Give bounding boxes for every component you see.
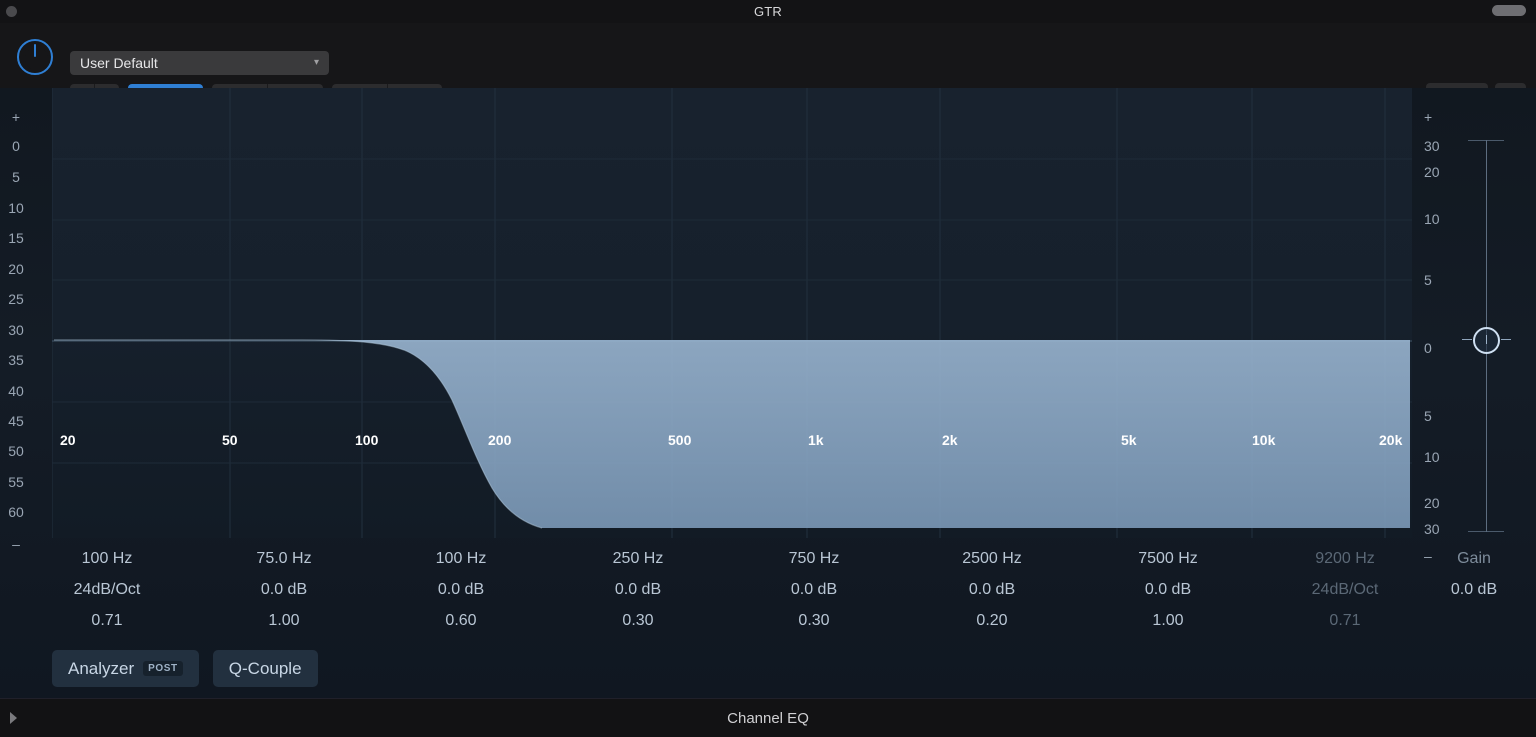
band-2-params[interactable]: 75.0 Hz 0.0 dB 1.00 bbox=[196, 543, 372, 636]
band-4-gain[interactable]: 0.0 dB bbox=[550, 574, 726, 605]
band-8-q[interactable]: 0.71 bbox=[1257, 605, 1433, 636]
freq-tick-label: 10k bbox=[1252, 432, 1276, 448]
disclosure-triangle-icon[interactable] bbox=[10, 712, 17, 724]
plugin-header: User Default ▾ ‹ › Compare Copy Paste Un… bbox=[0, 23, 1536, 105]
eq-curve-graph[interactable] bbox=[52, 88, 1412, 538]
scale-left-tick: + bbox=[11, 109, 21, 125]
band-8-params[interactable]: 9200 Hz 24dB/Oct 0.71 bbox=[1257, 543, 1433, 636]
window-toolbar-pill[interactable] bbox=[1492, 5, 1526, 16]
chevron-down-icon: ▾ bbox=[313, 57, 319, 68]
freq-tick-label: 2k bbox=[942, 432, 958, 448]
preset-name: User Default bbox=[80, 55, 158, 71]
band-5-params[interactable]: 750 Hz 0.0 dB 0.30 bbox=[726, 543, 902, 636]
freq-tick-label: 20 bbox=[60, 432, 76, 448]
q-couple-label: Q-Couple bbox=[228, 658, 302, 678]
scale-left-tick: 40 bbox=[8, 383, 24, 399]
freq-tick-label: 50 bbox=[222, 432, 238, 448]
band-8-frequency[interactable]: 9200 Hz bbox=[1257, 543, 1433, 574]
plugin-statusbar: Channel EQ bbox=[0, 698, 1536, 737]
window-status-dot bbox=[6, 6, 17, 17]
window-title: GTR bbox=[753, 4, 783, 19]
band-5-frequency[interactable]: 750 Hz bbox=[726, 543, 902, 574]
scale-left-tick: 30 bbox=[8, 322, 24, 338]
scale-left-tick: 15 bbox=[8, 230, 24, 246]
band-3-params[interactable]: 100 Hz 0.0 dB 0.60 bbox=[373, 543, 549, 636]
gain-knob-arm-right bbox=[1501, 339, 1511, 340]
scale-left-tick: 50 bbox=[8, 443, 24, 459]
band-3-frequency[interactable]: 100 Hz bbox=[373, 543, 549, 574]
band-5-gain[interactable]: 0.0 dB bbox=[726, 574, 902, 605]
preset-select[interactable]: User Default ▾ bbox=[70, 51, 329, 75]
band-7-params[interactable]: 7500 Hz 0.0 dB 1.00 bbox=[1080, 543, 1256, 636]
band-8-gain[interactable]: 24dB/Oct bbox=[1257, 574, 1433, 605]
master-gain-params: Gain 0.0 dB bbox=[1412, 543, 1536, 605]
band-4-q[interactable]: 0.30 bbox=[550, 605, 726, 636]
db-scale-left: + 0 5 10 15 20 25 30 35 40 45 50 55 60 – bbox=[0, 88, 52, 552]
freq-tick-label: 200 bbox=[488, 432, 512, 448]
scale-left-tick: 20 bbox=[8, 261, 24, 277]
scale-left-tick: 0 bbox=[12, 138, 20, 154]
freq-tick-label: 100 bbox=[355, 432, 379, 448]
band-3-q[interactable]: 0.60 bbox=[373, 605, 549, 636]
scale-left-tick: 45 bbox=[8, 413, 24, 429]
eq-toggle-row: Analyzer POST Q-Couple bbox=[52, 650, 318, 687]
freq-tick-label: 500 bbox=[668, 432, 692, 448]
band-6-params[interactable]: 2500 Hz 0.0 dB 0.20 bbox=[904, 543, 1080, 636]
band-5-q[interactable]: 0.30 bbox=[726, 605, 902, 636]
band-4-frequency[interactable]: 250 Hz bbox=[550, 543, 726, 574]
window-titlebar: GTR bbox=[0, 0, 1536, 23]
scale-left-tick: 35 bbox=[8, 352, 24, 368]
gain-knob-arm-left bbox=[1462, 339, 1472, 340]
freq-tick-label: 1k bbox=[808, 432, 824, 448]
band-6-gain[interactable]: 0.0 dB bbox=[904, 574, 1080, 605]
band-7-gain[interactable]: 0.0 dB bbox=[1080, 574, 1256, 605]
freq-tick-label: 20k bbox=[1379, 432, 1403, 448]
band-1-params[interactable]: 100 Hz 24dB/Oct 0.71 bbox=[19, 543, 195, 636]
eq-display: + 0 5 10 15 20 25 30 35 40 45 50 55 60 –… bbox=[0, 88, 1536, 698]
band-2-q[interactable]: 1.00 bbox=[196, 605, 372, 636]
scale-left-tick: 25 bbox=[8, 291, 24, 307]
band-1-gain[interactable]: 24dB/Oct bbox=[19, 574, 195, 605]
band-7-q[interactable]: 1.00 bbox=[1080, 605, 1256, 636]
analyzer-label: Analyzer bbox=[68, 658, 135, 678]
band-3-gain[interactable]: 0.0 dB bbox=[373, 574, 549, 605]
scale-left-tick: 60 bbox=[8, 504, 24, 520]
band-1-q[interactable]: 0.71 bbox=[19, 605, 195, 636]
master-gain-value[interactable]: 0.0 dB bbox=[1412, 574, 1536, 605]
scale-left-tick: 10 bbox=[8, 200, 24, 216]
band-2-frequency[interactable]: 75.0 Hz bbox=[196, 543, 372, 574]
master-gain-slider[interactable] bbox=[1452, 88, 1536, 558]
band-7-frequency[interactable]: 7500 Hz bbox=[1080, 543, 1256, 574]
freq-tick-label: 5k bbox=[1121, 432, 1137, 448]
analyzer-toggle[interactable]: Analyzer POST bbox=[52, 650, 199, 687]
q-couple-toggle[interactable]: Q-Couple bbox=[212, 650, 318, 687]
scale-left-tick: 5 bbox=[12, 169, 20, 185]
band-2-gain[interactable]: 0.0 dB bbox=[196, 574, 372, 605]
gain-knob[interactable] bbox=[1473, 327, 1500, 354]
power-button[interactable] bbox=[17, 39, 53, 75]
analyzer-mode-badge[interactable]: POST bbox=[143, 661, 183, 676]
band-6-frequency[interactable]: 2500 Hz bbox=[904, 543, 1080, 574]
band-4-params[interactable]: 250 Hz 0.0 dB 0.30 bbox=[550, 543, 726, 636]
band-6-q[interactable]: 0.20 bbox=[904, 605, 1080, 636]
band-1-frequency[interactable]: 100 Hz bbox=[19, 543, 195, 574]
master-gain-label: Gain bbox=[1457, 550, 1491, 567]
scale-left-tick: 55 bbox=[8, 474, 24, 490]
plugin-name-label: Channel EQ bbox=[727, 709, 809, 727]
